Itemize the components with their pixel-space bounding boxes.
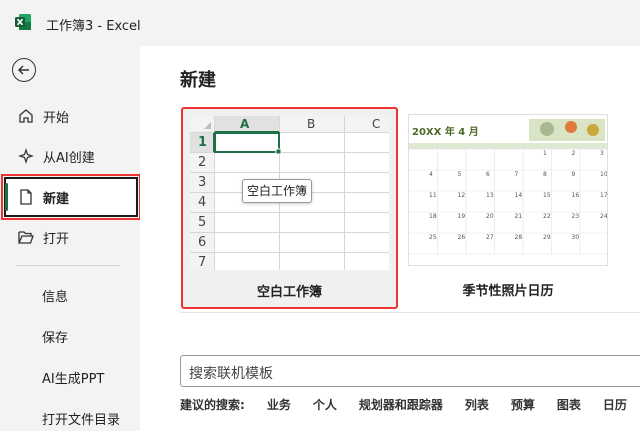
- row-header-3: 3: [198, 175, 207, 190]
- ai-sparkle-icon: [18, 148, 34, 164]
- calendar-day: 9: [571, 171, 576, 178]
- suggested-label: 建议的搜索:: [180, 398, 245, 412]
- calendar-day: 10: [600, 171, 608, 178]
- page-title: 新建: [180, 70, 216, 91]
- column-header-b: B: [307, 117, 316, 131]
- template-seasonal-calendar[interactable]: 20XX 年 4 月 1 2 3 4 5 6 7 8 9 10 11 12 13 1: [408, 114, 608, 266]
- home-icon: [19, 109, 33, 123]
- suggest-tag-calendar[interactable]: 日历: [603, 396, 627, 413]
- nav-item-open[interactable]: 打开: [2, 217, 140, 257]
- nav-item-ai-create[interactable]: 从AI创建: [2, 136, 140, 176]
- calendar-day: 3: [600, 150, 604, 157]
- template-search-box[interactable]: 搜索联机模板: [180, 355, 640, 387]
- folder-open-icon: [18, 231, 34, 244]
- section-divider: [180, 312, 640, 313]
- template-blank-workbook[interactable]: A B C 1 2 3 4 5 6 7 空白工作簿 空白工作簿: [181, 107, 398, 309]
- title-bar: 工作簿3 - Excel: [0, 0, 640, 46]
- calendar-day: 15: [543, 192, 551, 199]
- calendar-day: 26: [457, 234, 466, 241]
- calendar-day: 28: [514, 234, 523, 241]
- column-header-a: A: [240, 117, 250, 131]
- suggest-tag-charts[interactable]: 图表: [557, 396, 581, 413]
- calendar-day: 25: [429, 234, 437, 241]
- calendar-day: 11: [429, 192, 437, 199]
- nav-item-info[interactable]: 信息: [42, 286, 68, 305]
- calendar-day: 8: [543, 171, 547, 178]
- calendar-day: 20: [486, 213, 494, 220]
- nav-label-new: 新建: [43, 191, 70, 207]
- row-header-7: 7: [198, 255, 207, 270]
- nav-item-ai-ppt[interactable]: AI生成PPT: [42, 368, 104, 387]
- new-document-icon: [20, 189, 32, 205]
- row-header-5: 5: [198, 215, 207, 230]
- calendar-day: 24: [600, 213, 608, 220]
- excel-logo-icon: [15, 14, 31, 30]
- nav-label-ai-create: 从AI创建: [43, 150, 95, 166]
- row-header-6: 6: [198, 235, 207, 250]
- calendar-day: 4: [429, 171, 433, 178]
- nav-label-open: 打开: [43, 231, 70, 247]
- backstage-sidebar: 开始 从AI创建 新建 打开 信息 保存 AI生成PPT 打开文件目录: [0, 46, 141, 431]
- nav-item-open-folder[interactable]: 打开文件目录: [42, 409, 120, 428]
- sidebar-divider: [16, 265, 120, 266]
- calendar-day: 12: [457, 192, 466, 199]
- nav-item-home[interactable]: 开始: [2, 96, 140, 136]
- calendar-day: 27: [486, 234, 494, 241]
- back-button[interactable]: [12, 58, 36, 82]
- suggest-tag-business[interactable]: 业务: [267, 396, 291, 413]
- calendar-day: 19: [457, 213, 466, 220]
- suggest-tag-budget[interactable]: 预算: [511, 396, 535, 413]
- template-label-calendar: 季节性照片日历: [462, 284, 554, 299]
- calendar-day: 18: [429, 213, 437, 220]
- calendar-day: 5: [457, 171, 462, 178]
- new-pane: 新建 A B C 1 2 3 4 5 6 7 空白工作簿 空白工作簿 20XX …: [140, 46, 640, 431]
- blank-sheet-preview: A B C 1 2 3 4 5 6 7 空白工作簿: [190, 116, 389, 270]
- template-tooltip: 空白工作簿: [242, 179, 312, 203]
- row-header-1: 1: [198, 135, 208, 150]
- calendar-day: 22: [543, 213, 551, 220]
- suggest-tag-personal[interactable]: 个人: [313, 396, 337, 413]
- row-header-4: 4: [198, 195, 207, 210]
- calendar-day: 7: [514, 171, 519, 178]
- suggested-searches: 建议的搜索: 业务 个人 规划器和跟踪器 列表 预算 图表 日历: [180, 396, 640, 413]
- calendar-day: 17: [600, 192, 608, 199]
- calendar-day: 13: [486, 192, 494, 199]
- suggest-tag-lists[interactable]: 列表: [465, 396, 489, 413]
- search-input[interactable]: 搜索联机模板: [189, 363, 273, 383]
- nav-item-save[interactable]: 保存: [42, 327, 68, 346]
- arrow-left-icon: [17, 65, 29, 75]
- calendar-day: 1: [543, 150, 547, 157]
- column-header-c: C: [372, 117, 381, 131]
- calendar-day: 23: [571, 213, 580, 220]
- row-header-2: 2: [198, 155, 207, 170]
- calendar-day: 2: [571, 150, 576, 157]
- calendar-day: 30: [571, 234, 580, 241]
- suggest-tag-planners[interactable]: 规划器和跟踪器: [359, 396, 443, 413]
- calendar-preview-grid: [409, 119, 607, 255]
- window-title: 工作簿3 - Excel: [46, 19, 141, 34]
- nav-label-home: 开始: [43, 110, 70, 126]
- nav-item-new[interactable]: 新建: [1, 174, 141, 220]
- template-label-blank: 空白工作簿: [256, 285, 322, 300]
- calendar-day: 16: [571, 192, 580, 199]
- calendar-day: 21: [514, 213, 523, 220]
- calendar-day: 29: [543, 234, 551, 241]
- calendar-day: 6: [486, 171, 490, 178]
- calendar-day: 14: [514, 192, 523, 199]
